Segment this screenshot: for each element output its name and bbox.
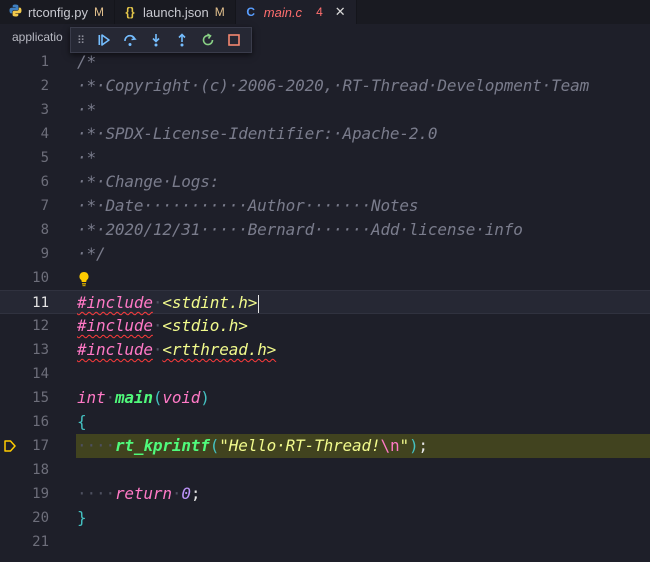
code-line: 5 ·* [0,146,650,170]
close-icon[interactable]: ✕ [335,4,346,20]
code-line: 14 [0,362,650,386]
line-text: ·*/ [77,244,106,263]
tab-rtconfig-py[interactable]: rtconfig.py M [0,0,115,24]
continue-button[interactable] [91,29,117,51]
code-line: 16 { [0,410,650,434]
line-number[interactable]: 13 [0,338,49,362]
step-over-icon [124,34,137,46]
code-line-debug-stopped: 17 ····rt_kprintf("Hello·RT-Thread!\n"); [0,434,650,458]
code-line: 6 ·*·Change·Logs: [0,170,650,194]
line-number[interactable]: 21 [0,530,49,554]
code-line: 1 /* [0,50,650,74]
code-line: 18 [0,458,650,482]
continue-icon [98,34,110,46]
drag-handle-icon[interactable]: ⠿ [77,34,91,47]
line-text: ·* [77,100,96,119]
code-line: 19 ····return·0; [0,482,650,506]
editor-tab-bar: rtconfig.py M {} launch.json M C main.c … [0,0,650,24]
code-line: 4 ·*·SPDX-License-Identifier:·Apache-2.0 [0,122,650,146]
line-text: ·* [77,148,96,167]
problems-badge: 4 [316,5,323,19]
restart-button[interactable] [195,29,221,51]
code-line: 13 #include·<rtthread.h> [0,338,650,362]
step-over-button[interactable] [117,29,143,51]
code-line: 9 ·*/ [0,242,650,266]
line-number[interactable]: 19 [0,482,49,506]
restart-icon [202,33,214,46]
code-line-current: 11 #include·<stdint.h> [0,290,650,314]
modified-badge: M [214,5,225,19]
line-number[interactable]: 3 [0,98,49,122]
code-line: 20 } [0,506,650,530]
line-text: int·main(void) [77,388,210,407]
python-icon [8,4,22,20]
line-number[interactable]: 1 [0,50,49,74]
line-text: /* [77,52,96,71]
line-number[interactable]: 17 [0,434,49,458]
code-line: 2 ·*·Copyright·(c)·2006-2020,·RT-Thread·… [0,74,650,98]
line-number[interactable]: 15 [0,386,49,410]
tab-label: main.c [263,4,303,20]
line-number[interactable]: 20 [0,506,49,530]
line-text: #include·<stdint.h> [77,293,260,313]
modified-badge: M [93,5,104,19]
line-number[interactable]: 10 [0,266,49,290]
line-text: ·*·Change·Logs: [77,172,220,191]
line-number[interactable]: 7 [0,194,49,218]
line-number[interactable]: 11 [0,291,49,315]
stop-icon [228,34,240,46]
line-number[interactable]: 12 [0,314,49,338]
line-text: ····return·0; [77,484,201,503]
line-number[interactable]: 8 [0,218,49,242]
line-number[interactable]: 5 [0,146,49,170]
lightbulb-icon[interactable] [78,271,90,287]
line-number[interactable]: 2 [0,74,49,98]
line-number[interactable]: 4 [0,122,49,146]
code-line: 21 [0,530,650,554]
json-icon: {} [125,5,135,19]
line-text: #include·<stdio.h> [77,316,248,335]
step-out-icon [178,33,186,47]
tab-label: launch.json [142,4,209,20]
line-text: { [77,412,87,431]
line-number[interactable]: 16 [0,410,49,434]
tab-main-c[interactable]: C main.c 4 ✕ [235,0,357,24]
text-cursor [258,294,260,313]
step-into-icon [152,34,160,47]
line-text: #include·<rtthread.h> [77,340,277,359]
line-number[interactable]: 18 [0,458,49,482]
step-out-button[interactable] [169,29,195,51]
line-text: ·*·SPDX-License-Identifier:·Apache-2.0 [77,124,438,143]
line-text: ·*·Copyright·(c)·2006-2020,·RT-Thread·De… [77,76,590,95]
line-number[interactable]: 9 [0,242,49,266]
tab-launch-json[interactable]: {} launch.json M [115,0,236,24]
stop-button[interactable] [221,29,247,51]
line-text: ····rt_kprintf("Hello·RT-Thread!\n"); [77,436,428,455]
breadcrumb[interactable]: applicatio [12,30,63,48]
code-line: 10 [0,266,650,290]
code-line: 12 #include·<stdio.h> [0,314,650,338]
line-text: } [77,508,87,527]
code-line: 15 int·main(void) [0,386,650,410]
tab-label: rtconfig.py [28,4,88,20]
line-number[interactable]: 14 [0,362,49,386]
line-text: ·*·2020/12/31·····Bernard······Add·licen… [77,220,523,239]
code-line: 7 ·*·Date···········Author·······Notes [0,194,650,218]
code-line: 8 ·*·2020/12/31·····Bernard······Add·lic… [0,218,650,242]
line-text: ·*·Date···········Author·······Notes [77,196,419,215]
line-number[interactable]: 6 [0,170,49,194]
c-file-icon: C [246,5,256,19]
step-into-button[interactable] [143,29,169,51]
code-line: 3 ·* [0,98,650,122]
